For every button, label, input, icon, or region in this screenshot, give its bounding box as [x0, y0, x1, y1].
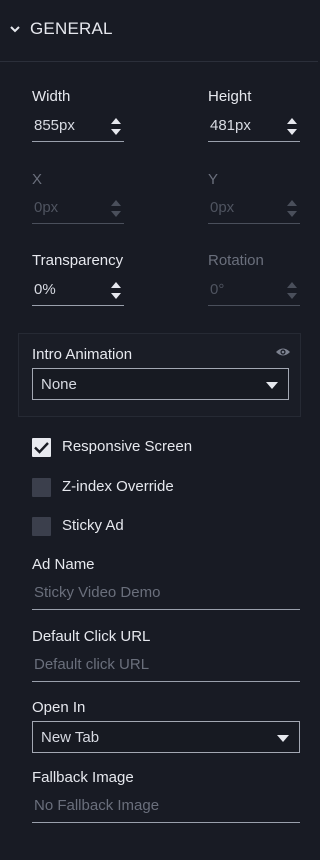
y-input: 0px: [208, 194, 300, 224]
checkmark-icon: [34, 442, 49, 454]
y-placeholder: 0px: [210, 199, 235, 216]
stepper-arrows-icon: [287, 282, 297, 299]
default-click-url-input[interactable]: Default click URL: [32, 650, 300, 682]
z-index-override-label: Z-index Override: [62, 478, 174, 495]
caret-down-icon: [266, 382, 278, 389]
responsive-screen-label: Responsive Screen: [62, 438, 193, 455]
fallback-image-input[interactable]: No Fallback Image: [32, 791, 300, 823]
rotation-label: Rotation: [208, 252, 264, 269]
stepper-arrows-icon: [287, 200, 297, 217]
transparency-label: Transparency: [32, 252, 124, 269]
stepper-arrows-icon[interactable]: [286, 115, 298, 137]
ad-name-placeholder: Sticky Video Demo: [34, 584, 161, 601]
intro-animation-label: Intro Animation: [32, 346, 133, 363]
default-click-url-placeholder: Default click URL: [34, 656, 150, 673]
open-in-select[interactable]: New Tab: [32, 721, 300, 753]
fallback-image-placeholder: No Fallback Image: [34, 797, 160, 814]
intro-animation-value: None: [41, 376, 77, 393]
ad-name-label: Ad Name: [32, 556, 95, 573]
stepper-arrows-icon[interactable]: [110, 115, 122, 137]
y-label: Y: [208, 171, 219, 188]
general-section-header[interactable]: GENERAL: [0, 0, 318, 62]
responsive-screen-checkbox[interactable]: [32, 438, 51, 457]
width-input[interactable]: 855px: [32, 112, 124, 142]
x-placeholder: 0px: [34, 199, 59, 216]
width-value: 855px: [34, 117, 75, 134]
height-label: Height: [208, 88, 252, 105]
ad-name-input[interactable]: Sticky Video Demo: [32, 578, 300, 610]
section-title: GENERAL: [30, 19, 113, 38]
rotation-placeholder: 0°: [210, 281, 225, 298]
height-input[interactable]: 481px: [208, 112, 300, 142]
caret-down-icon: [277, 735, 289, 742]
stepper-arrows-icon[interactable]: [110, 279, 122, 301]
open-in-value: New Tab: [41, 729, 100, 746]
transparency-input[interactable]: 0%: [32, 276, 124, 306]
transparency-value: 0%: [34, 281, 56, 298]
x-input: 0px: [32, 194, 124, 224]
height-value: 481px: [210, 117, 251, 134]
stepper-arrows-icon: [111, 200, 121, 217]
fallback-image-label: Fallback Image: [32, 769, 134, 786]
chevron-down-icon[interactable]: [9, 23, 21, 35]
x-label: X: [32, 171, 43, 188]
sticky-ad-checkbox[interactable]: [32, 517, 51, 536]
sticky-ad-label: Sticky Ad: [62, 517, 124, 534]
width-label: Width: [32, 88, 71, 105]
z-index-override-checkbox[interactable]: [32, 478, 51, 497]
default-click-url-label: Default Click URL: [32, 628, 151, 645]
open-in-label: Open In: [32, 699, 86, 716]
eye-icon[interactable]: [275, 346, 291, 358]
intro-animation-select[interactable]: None: [32, 368, 289, 400]
rotation-input: 0°: [208, 276, 300, 306]
